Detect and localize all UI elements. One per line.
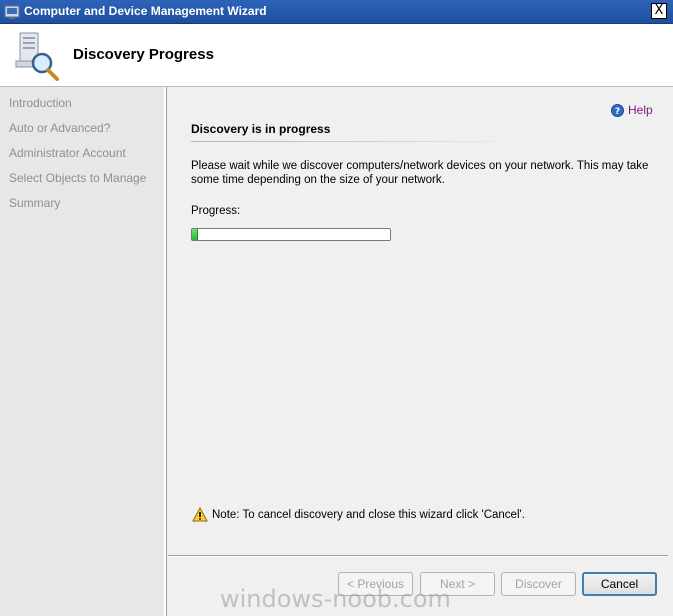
wizard-app-icon xyxy=(4,5,20,19)
description-text: Please wait while we discover computers/… xyxy=(191,160,649,186)
computer-magnifier-icon xyxy=(15,32,59,81)
step-introduction: Introduction xyxy=(9,96,72,110)
note-text: Note: To cancel discovery and close this… xyxy=(212,508,525,521)
help-label: Help xyxy=(628,103,653,117)
step-auto-or-advanced: Auto or Advanced? xyxy=(9,121,111,135)
wizard-steps-sidebar: Introduction Auto or Advanced? Administr… xyxy=(0,87,166,616)
warning-icon xyxy=(192,507,208,522)
footer-divider xyxy=(168,555,668,556)
cancel-note: Note: To cancel discovery and close this… xyxy=(192,507,525,522)
section-title: Discovery is in progress xyxy=(191,122,331,136)
title-bar: Computer and Device Management Wizard X xyxy=(0,0,673,24)
section-divider xyxy=(191,141,524,142)
step-summary: Summary xyxy=(9,196,61,210)
step-select-objects: Select Objects to Manage xyxy=(9,171,147,185)
cancel-button[interactable]: Cancel xyxy=(582,572,657,596)
close-button[interactable]: X xyxy=(651,3,667,19)
progress-fill xyxy=(192,229,198,240)
help-link[interactable]: ? Help xyxy=(611,103,653,117)
progress-label: Progress: xyxy=(191,205,241,217)
help-icon: ? xyxy=(611,103,624,117)
page-title: Discovery Progress xyxy=(73,46,214,63)
window-title: Computer and Device Management Wizard xyxy=(24,4,267,18)
watermark: windows-noob.com xyxy=(220,585,451,613)
wizard-header: Discovery Progress xyxy=(0,24,673,87)
progress-bar xyxy=(191,228,391,241)
step-administrator-account: Administrator Account xyxy=(9,146,126,160)
svg-text:?: ? xyxy=(615,107,620,117)
discover-button[interactable]: Discover xyxy=(501,572,576,596)
main-content: ? Help Discovery is in progress Please w… xyxy=(168,87,673,616)
sidebar-divider xyxy=(166,87,167,616)
